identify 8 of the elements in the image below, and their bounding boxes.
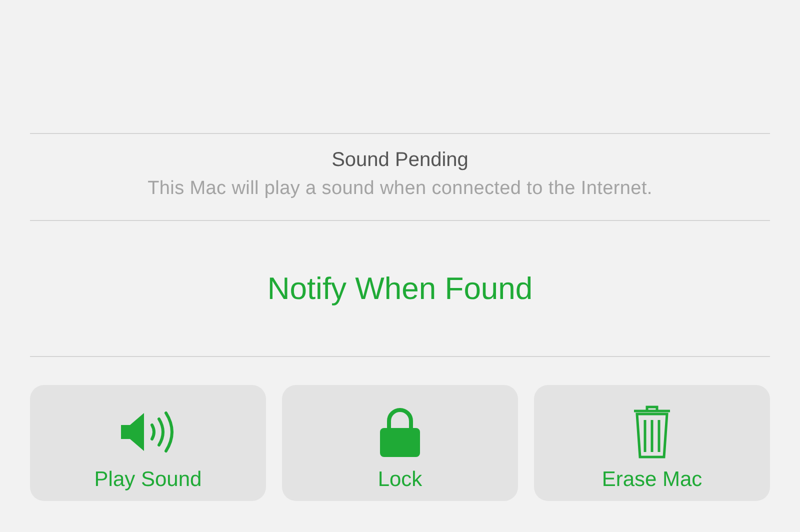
trash-icon: [633, 405, 671, 459]
action-button[interactable]: Play Sound: [30, 385, 266, 501]
notify-when-found-button[interactable]: Notify When Found: [259, 266, 541, 310]
lock-icon: [379, 407, 421, 457]
status-message: This Mac will play a sound when connected to the Internet.: [148, 178, 652, 200]
action-button[interactable]: Erase Mac: [534, 385, 770, 501]
status-title: Sound Pending: [332, 149, 468, 172]
action-button[interactable]: Lock: [282, 385, 518, 501]
